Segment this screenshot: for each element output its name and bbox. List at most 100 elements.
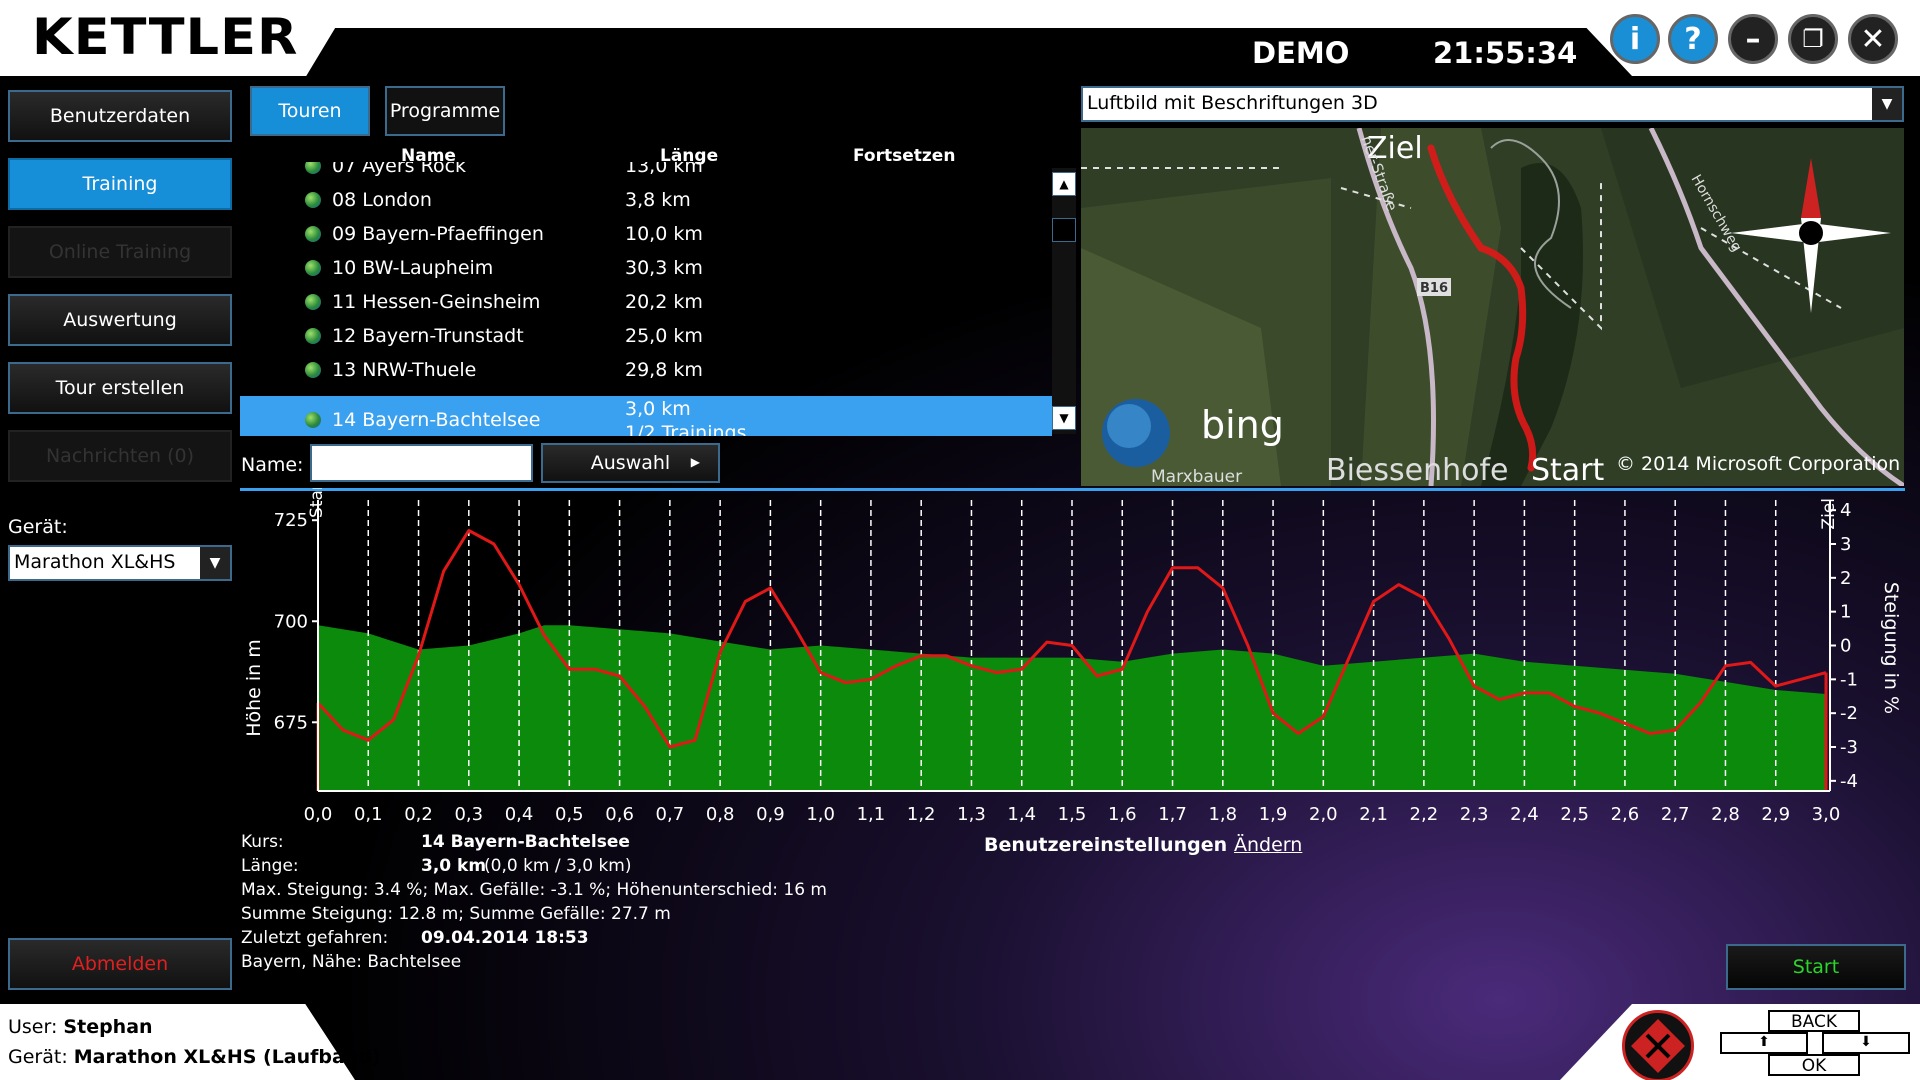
x-tick-label: 0,3 — [454, 804, 483, 825]
globe-icon — [305, 362, 321, 378]
x-tick-label: 1,0 — [806, 804, 835, 825]
nav-tour-erstellen[interactable]: Tour erstellen — [8, 362, 232, 414]
nav-benutzerdaten[interactable]: Benutzerdaten — [8, 90, 232, 142]
change-settings-link[interactable]: Ändern — [1234, 834, 1302, 856]
elevation-profile-chart: Höhe in m Steigung in % Start Ziel 0,00,… — [243, 488, 1902, 825]
x-tick-label: 0,5 — [555, 804, 584, 825]
svg-text:Biessenhofe: Biessenhofe — [1326, 453, 1509, 486]
tour-list: 07 Ayers Rock 13,0 km 08 London 3,8 km 0… — [240, 162, 1052, 436]
kurs-value: 14 Bayern-Bachtelsee — [421, 832, 630, 852]
nav-training[interactable]: Training — [8, 158, 232, 210]
scroll-up-icon[interactable]: ▲ — [1052, 172, 1076, 196]
list-item[interactable]: 08 London 3,8 km — [240, 184, 1052, 218]
help-icon: ? — [1684, 21, 1702, 57]
x-tick-label: 0,7 — [656, 804, 685, 825]
title-bar: KETTLER DEMO 21:55:34 i ? – ❐ ✕ — [0, 0, 1920, 76]
x-tick-label: 2,1 — [1359, 804, 1388, 825]
route-map[interactable]: B16 Ziel Start Biessenhofe Marxbauer ner… — [1081, 128, 1904, 486]
x-tick-label: 2,0 — [1309, 804, 1338, 825]
list-item[interactable]: 10 BW-Laupheim 30,3 km — [240, 252, 1052, 286]
x-tick-label: 2,7 — [1661, 804, 1690, 825]
info-icon: i — [1629, 21, 1641, 57]
maximize-icon: ❐ — [1802, 25, 1824, 53]
close-button[interactable]: ✕ — [1848, 14, 1898, 64]
x-tick-label: 0,9 — [756, 804, 785, 825]
y2-tick-label: -4 — [1840, 771, 1858, 792]
map-canvas: B16 Ziel Start Biessenhofe Marxbauer ner… — [1081, 128, 1904, 486]
y-axis-label: Höhe in m — [243, 639, 265, 737]
device-select[interactable]: Marathon XL&HS ▼ — [8, 545, 232, 581]
back-button[interactable]: BACK — [1768, 1010, 1860, 1032]
minimize-icon: – — [1745, 21, 1761, 57]
globe-icon — [305, 192, 321, 208]
x-tick-label: 1,2 — [907, 804, 936, 825]
nav-nachrichten[interactable]: Nachrichten (0) — [8, 430, 232, 482]
scroll-thumb[interactable] — [1052, 218, 1076, 242]
auswahl-button[interactable]: Auswahl ▶ — [541, 443, 720, 483]
info-button[interactable]: i — [1610, 14, 1660, 64]
chevron-down-icon[interactable]: ▼ — [200, 547, 230, 579]
list-scrollbar[interactable]: ▲ ▼ — [1052, 168, 1076, 434]
y2-tick-label: 1 — [1840, 602, 1851, 623]
kettler-logo: KETTLER — [32, 8, 299, 66]
x-tick-label: 2,9 — [1761, 804, 1790, 825]
nav-auswertung[interactable]: Auswertung — [8, 294, 232, 346]
mode-label: DEMO — [1252, 36, 1350, 70]
x-tick-label: 1,5 — [1058, 804, 1087, 825]
start-button[interactable]: Start — [1726, 944, 1906, 990]
scroll-down-icon[interactable]: ▼ — [1052, 406, 1076, 430]
map-layer-value: Luftbild mit Beschriftungen 3D — [1087, 92, 1378, 114]
clock: 21:55:34 — [1433, 36, 1578, 70]
x-tick-label: 2,3 — [1460, 804, 1489, 825]
list-item[interactable]: 11 Hessen-Geinsheim 20,2 km — [240, 286, 1052, 320]
sum-stats: Summe Steigung: 12.8 m; Summe Gefälle: 2… — [241, 904, 671, 924]
globe-icon — [305, 162, 321, 174]
list-item[interactable]: 07 Ayers Rock 13,0 km — [240, 162, 1052, 184]
x-tick-label: 3,0 — [1812, 804, 1841, 825]
x-tick-label: 0,2 — [404, 804, 433, 825]
globe-icon — [305, 328, 321, 344]
name-filter-input[interactable] — [310, 444, 533, 482]
x-tick-label: 1,3 — [957, 804, 986, 825]
remote-control-icon[interactable] — [1622, 1010, 1694, 1080]
x-tick-label: 1,9 — [1259, 804, 1288, 825]
globe-icon — [305, 260, 321, 276]
max-stats: Max. Steigung: 3.4 %; Max. Gefälle: -3.1… — [241, 880, 827, 900]
minimize-button[interactable]: – — [1728, 14, 1778, 64]
device-label: Gerät: — [8, 516, 68, 538]
y2-axis-label: Steigung in % — [1880, 582, 1902, 714]
laenge-detail: (0,0 km / 3,0 km) — [484, 856, 632, 876]
name-filter-label: Name: — [241, 454, 304, 476]
chevron-right-icon: ▶ — [690, 455, 700, 469]
map-layer-select[interactable]: Luftbild mit Beschriftungen 3D ▼ — [1081, 86, 1904, 122]
kurs-label: Kurs: — [241, 832, 284, 852]
svg-text:Marxbauer: Marxbauer — [1151, 467, 1242, 486]
x-tick-label: 0,8 — [706, 804, 735, 825]
list-item[interactable]: 12 Bayern-Trunstadt 25,0 km — [240, 320, 1052, 354]
help-button[interactable]: ? — [1668, 14, 1718, 64]
y-tick-label: 725 — [274, 510, 308, 531]
device-name: Marathon XL&HS (Laufband) — [73, 1046, 381, 1068]
x-tick-label: 2,6 — [1611, 804, 1640, 825]
tab-programme[interactable]: Programme — [385, 86, 505, 136]
x-tick-label: 0,6 — [605, 804, 634, 825]
down-arrow-icon[interactable]: ⬇ — [1822, 1032, 1910, 1054]
tab-touren[interactable]: Touren — [250, 86, 370, 136]
zuletzt-label: Zuletzt gefahren: — [241, 928, 389, 948]
list-item[interactable]: 13 NRW-Thuele 29,8 km — [240, 354, 1052, 388]
list-item[interactable]: 09 Bayern-Pfaeffingen 10,0 km — [240, 218, 1052, 252]
svg-text:bing: bing — [1201, 403, 1284, 447]
list-item-selected[interactable]: 14 Bayern-Bachtelsee 3,0 km 1/2 Training… — [240, 396, 1052, 436]
globe-icon — [305, 294, 321, 310]
globe-icon — [305, 412, 321, 428]
up-arrow-icon[interactable]: ⬆ — [1720, 1032, 1808, 1054]
chevron-down-icon[interactable]: ▼ — [1872, 88, 1902, 120]
logout-button[interactable]: Abmelden — [8, 938, 232, 990]
zuletzt-value: 09.04.2014 18:53 — [421, 928, 589, 948]
x-tick-label: 1,7 — [1158, 804, 1187, 825]
ok-button[interactable]: OK — [1768, 1054, 1860, 1076]
nav-online-training[interactable]: Online Training — [8, 226, 232, 278]
y2-tick-label: -1 — [1840, 669, 1858, 690]
app-window: KETTLER DEMO 21:55:34 i ? – ❐ ✕ Benutzer… — [0, 0, 1920, 1080]
maximize-button[interactable]: ❐ — [1788, 14, 1838, 64]
